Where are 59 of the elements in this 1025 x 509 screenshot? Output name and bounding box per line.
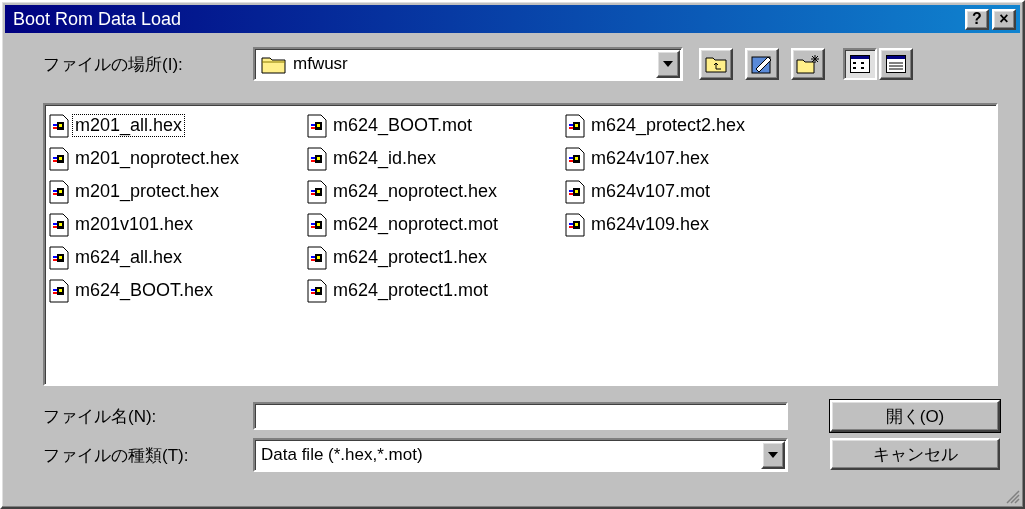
file-icon xyxy=(49,113,69,138)
desktop-button[interactable] xyxy=(745,48,779,80)
file-icon xyxy=(565,179,585,204)
new-folder-icon xyxy=(796,54,820,74)
file-icon xyxy=(307,146,327,171)
file-item[interactable]: m201_all.hex xyxy=(72,114,186,137)
file-icon xyxy=(307,245,327,270)
file-icon xyxy=(307,212,327,237)
file-item[interactable]: m624v107.hex xyxy=(588,147,713,170)
cancel-button[interactable]: キャンセル xyxy=(830,438,1000,470)
filename-label: ファイル名(N): xyxy=(43,405,158,428)
file-icon xyxy=(49,146,69,171)
dropdown-button[interactable] xyxy=(656,50,680,78)
file-item[interactable]: m624_all.hex xyxy=(72,246,186,269)
file-item[interactable]: m624_BOOT.hex xyxy=(72,279,217,302)
file-item[interactable]: m624_id.hex xyxy=(330,147,440,170)
file-icon xyxy=(307,278,327,303)
dropdown-button[interactable] xyxy=(761,441,785,469)
file-item[interactable]: m624_BOOT.mot xyxy=(330,114,476,137)
location-dropdown[interactable]: mfwusr xyxy=(253,47,683,81)
list-view-button[interactable] xyxy=(843,48,877,80)
file-item[interactable]: m201_noprotect.hex xyxy=(72,147,243,170)
list-view-icon xyxy=(850,55,870,73)
file-item[interactable]: m624_noprotect.mot xyxy=(330,213,502,236)
up-folder-icon xyxy=(705,55,727,73)
close-button[interactable]: × xyxy=(992,8,1016,30)
file-item[interactable]: m624v109.hex xyxy=(588,213,713,236)
location-label: ファイルの場所(I): xyxy=(43,53,184,76)
file-icon xyxy=(565,212,585,237)
filename-field[interactable] xyxy=(253,402,788,430)
file-item[interactable]: m624v107.mot xyxy=(588,180,714,203)
open-button[interactable]: 開く(O) xyxy=(830,400,1000,432)
file-item[interactable]: m624_protect2.hex xyxy=(588,114,749,137)
folder-icon xyxy=(261,54,287,74)
file-icon xyxy=(49,278,69,303)
file-item[interactable]: m201v101.hex xyxy=(72,213,197,236)
file-item[interactable]: m624_protect1.mot xyxy=(330,279,492,302)
file-icon xyxy=(565,113,585,138)
file-item[interactable]: m624_noprotect.hex xyxy=(330,180,501,203)
file-icon xyxy=(565,146,585,171)
details-view-button[interactable] xyxy=(879,48,913,80)
filetype-label: ファイルの種類(T): xyxy=(43,444,190,467)
filetype-dropdown[interactable]: Data file (*.hex,*.mot) xyxy=(253,438,788,472)
file-item[interactable]: m624_protect1.hex xyxy=(330,246,491,269)
file-icon xyxy=(49,212,69,237)
up-folder-button[interactable] xyxy=(699,48,733,80)
file-icon xyxy=(307,179,327,204)
new-folder-button[interactable] xyxy=(791,48,825,80)
window-title: Boot Rom Data Load xyxy=(13,8,182,30)
details-view-icon xyxy=(886,55,906,73)
file-icon xyxy=(49,245,69,270)
file-icon xyxy=(49,179,69,204)
pencil-icon xyxy=(751,54,773,74)
caret-icon xyxy=(768,452,778,458)
caret-icon xyxy=(663,61,673,67)
file-item[interactable]: m201_protect.hex xyxy=(72,180,223,203)
help-button[interactable]: ? xyxy=(965,8,989,30)
resize-grip-icon[interactable] xyxy=(1006,490,1020,504)
file-icon xyxy=(307,113,327,138)
